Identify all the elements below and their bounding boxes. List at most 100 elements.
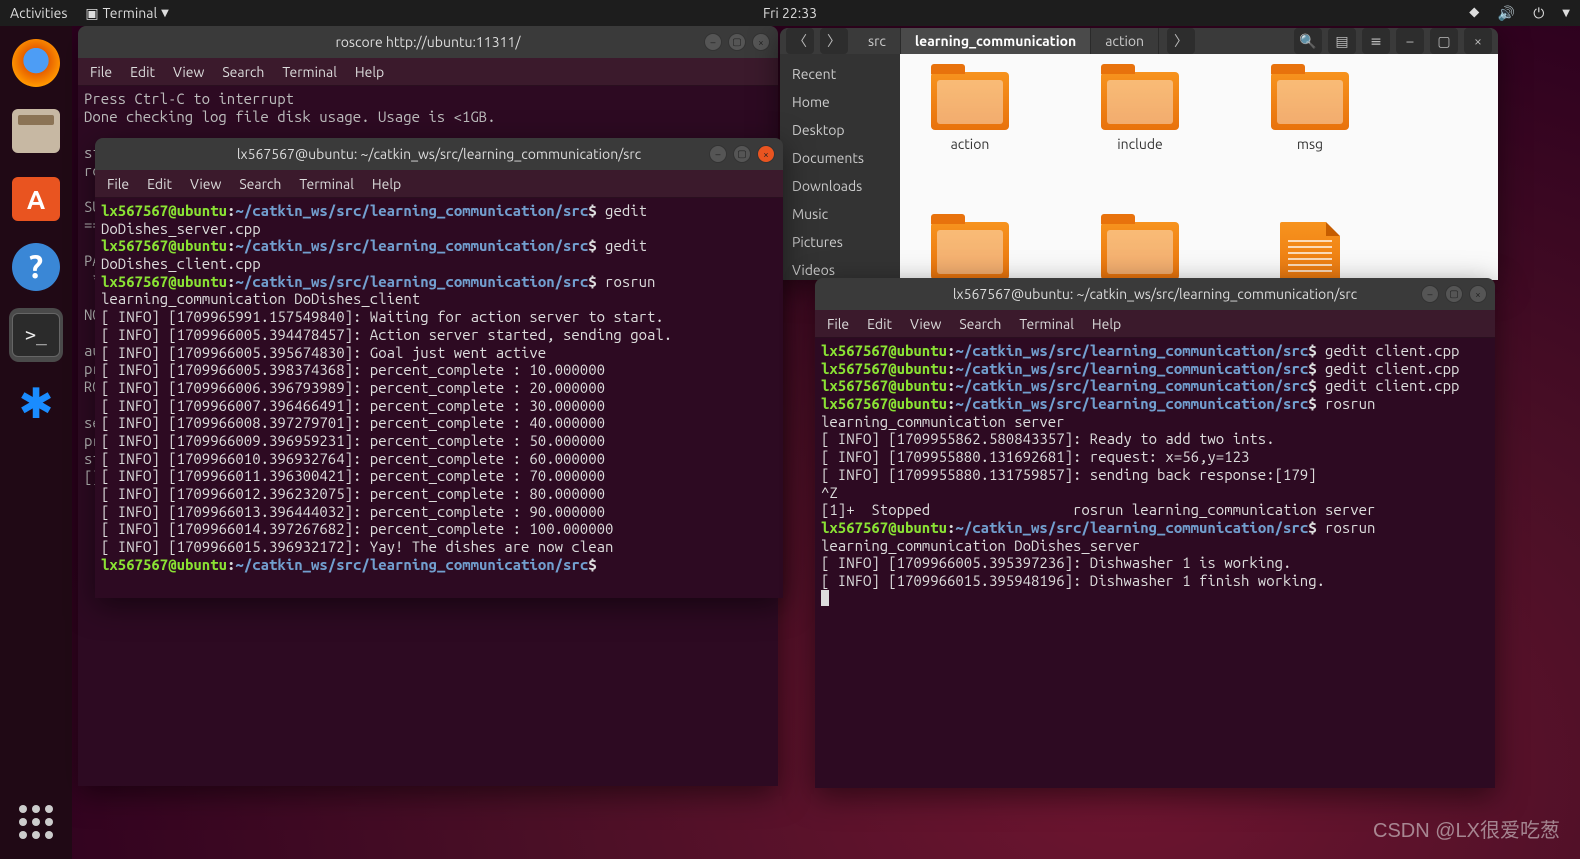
minimize-button[interactable]: –	[1421, 285, 1439, 303]
folder-icon	[1101, 222, 1179, 280]
maximize-button[interactable]: ▢	[1430, 28, 1458, 54]
sidebar-item-videos[interactable]: Videos	[780, 256, 900, 280]
item-label: include	[1117, 136, 1163, 152]
dock: ? >_ ✱	[0, 26, 72, 859]
sidebar-item-music[interactable]: Music	[780, 200, 900, 228]
titlebar[interactable]: roscore http://ubuntu:11311/ – ▢ ×	[78, 26, 778, 58]
menu-search[interactable]: Search	[239, 176, 281, 192]
folder-item[interactable]: msg	[1260, 72, 1360, 152]
app-menu[interactable]: ▣ Terminal ▼	[85, 5, 168, 22]
close-button[interactable]: ×	[1469, 285, 1487, 303]
menu-file[interactable]: File	[90, 64, 112, 80]
file-icon	[1280, 222, 1340, 280]
window-title: lx567567@ubuntu: ~/catkin_ws/src/learnin…	[105, 146, 773, 162]
menu-terminal[interactable]: Terminal	[282, 64, 337, 80]
menu-view[interactable]: View	[190, 176, 221, 192]
menubar: File Edit View Search Terminal Help	[815, 310, 1495, 338]
hamburger-menu-button[interactable]: ≡	[1362, 28, 1390, 54]
folder-item[interactable]	[920, 222, 1020, 280]
launcher-app[interactable]: ✱	[9, 376, 63, 430]
software-icon	[12, 177, 60, 221]
menu-view[interactable]: View	[173, 64, 204, 80]
volume-icon[interactable]: 🔊	[1498, 5, 1515, 22]
view-toggle-button[interactable]: ▤	[1328, 28, 1356, 54]
close-button[interactable]: ×	[757, 145, 775, 163]
window-title: lx567567@ubuntu: ~/catkin_ws/src/learnin…	[825, 286, 1485, 302]
chevron-down-icon: ▼	[1562, 7, 1570, 19]
sidebar-item-recent[interactable]: Recent	[780, 60, 900, 88]
menu-help[interactable]: Help	[355, 64, 384, 80]
power-icon[interactable]: ⏻	[1533, 5, 1544, 22]
splat-icon: ✱	[18, 379, 53, 428]
menu-edit[interactable]: Edit	[130, 64, 155, 80]
chevron-down-icon: ▼	[161, 7, 169, 19]
gnome-topbar: Activities ▣ Terminal ▼ Fri 22:33 ⯁ 🔊 ⏻ …	[0, 0, 1580, 26]
folder-icon	[1271, 72, 1349, 130]
menu-file[interactable]: File	[107, 176, 129, 192]
network-icon[interactable]: ⯁	[1469, 5, 1480, 22]
menu-edit[interactable]: Edit	[867, 316, 892, 332]
files-window[interactable]: 〈 〉 srclearning_communicationaction 〉 🔍 …	[780, 28, 1498, 280]
minimize-button[interactable]: –	[1396, 28, 1424, 54]
file-item[interactable]	[1260, 222, 1360, 280]
launcher-files[interactable]	[9, 104, 63, 158]
sidebar-item-home[interactable]: Home	[780, 88, 900, 116]
clock[interactable]: Fri 22:33	[763, 5, 817, 21]
terminal-content[interactable]: lx567567@ubuntu:~/catkin_ws/src/learning…	[95, 198, 783, 598]
menubar: File Edit View Search Terminal Help	[95, 170, 783, 198]
sidebar-item-downloads[interactable]: Downloads	[780, 172, 900, 200]
maximize-button[interactable]: ▢	[1445, 285, 1463, 303]
files-sidebar: RecentHomeDesktopDocumentsDownloadsMusic…	[780, 54, 900, 280]
maximize-button[interactable]: ▢	[728, 33, 746, 51]
sidebar-item-documents[interactable]: Documents	[780, 144, 900, 172]
launcher-firefox[interactable]	[9, 36, 63, 90]
menu-file[interactable]: File	[827, 316, 849, 332]
folder-item[interactable]: action	[920, 72, 1020, 152]
nav-back-button[interactable]: 〈	[786, 28, 814, 54]
launcher-terminal[interactable]: >_	[9, 308, 63, 362]
item-label: msg	[1297, 136, 1323, 152]
breadcrumb-segment[interactable]: src	[854, 28, 901, 54]
sidebar-item-desktop[interactable]: Desktop	[780, 116, 900, 144]
watermark: CSDN @LX很爱吃葱	[1373, 814, 1560, 843]
breadcrumb-overflow[interactable]: 〉	[1167, 28, 1195, 54]
menu-search[interactable]: Search	[959, 316, 1001, 332]
minimize-button[interactable]: –	[709, 145, 727, 163]
folder-item[interactable]	[1090, 222, 1190, 280]
terminal-icon: >_	[12, 313, 60, 357]
minimize-button[interactable]: –	[704, 33, 722, 51]
folder-icon	[931, 222, 1009, 280]
titlebar[interactable]: lx567567@ubuntu: ~/catkin_ws/src/learnin…	[815, 278, 1495, 310]
menu-search[interactable]: Search	[222, 64, 264, 80]
terminal-window-client[interactable]: lx567567@ubuntu: ~/catkin_ws/src/learnin…	[95, 138, 783, 598]
titlebar[interactable]: lx567567@ubuntu: ~/catkin_ws/src/learnin…	[95, 138, 783, 170]
breadcrumb-segment[interactable]: learning_communication	[901, 28, 1091, 54]
activities-button[interactable]: Activities	[10, 5, 67, 21]
menu-terminal[interactable]: Terminal	[1019, 316, 1074, 332]
terminal-window-server[interactable]: lx567567@ubuntu: ~/catkin_ws/src/learnin…	[815, 278, 1495, 788]
menu-help[interactable]: Help	[372, 176, 401, 192]
breadcrumb: srclearning_communicationaction	[854, 28, 1159, 54]
files-headerbar: 〈 〉 srclearning_communicationaction 〉 🔍 …	[780, 28, 1498, 54]
close-button[interactable]: ×	[752, 33, 770, 51]
menu-help[interactable]: Help	[1092, 316, 1121, 332]
breadcrumb-segment[interactable]: action	[1091, 28, 1159, 54]
menu-view[interactable]: View	[910, 316, 941, 332]
app-menu-label: Terminal	[103, 5, 158, 21]
terminal-content[interactable]: lx567567@ubuntu:~/catkin_ws/src/learning…	[815, 338, 1495, 788]
firefox-icon	[12, 39, 60, 87]
menu-terminal[interactable]: Terminal	[299, 176, 354, 192]
show-applications[interactable]	[19, 805, 53, 839]
sidebar-item-pictures[interactable]: Pictures	[780, 228, 900, 256]
launcher-software[interactable]	[9, 172, 63, 226]
files-grid[interactable]: action include msg	[900, 54, 1498, 280]
nav-forward-button[interactable]: 〉	[820, 28, 848, 54]
search-button[interactable]: 🔍	[1294, 28, 1322, 54]
terminal-icon: ▣	[85, 5, 98, 22]
launcher-help[interactable]: ?	[9, 240, 63, 294]
close-button[interactable]: ×	[1464, 28, 1492, 54]
help-icon: ?	[12, 243, 60, 291]
menu-edit[interactable]: Edit	[147, 176, 172, 192]
folder-item[interactable]: include	[1090, 72, 1190, 152]
maximize-button[interactable]: ▢	[733, 145, 751, 163]
